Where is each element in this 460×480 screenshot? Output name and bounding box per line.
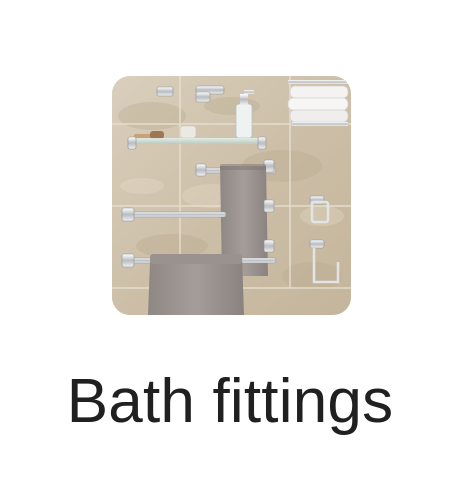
- bath-fittings-photo[interactable]: [112, 76, 351, 315]
- category-card-bath-fittings[interactable]: Bath fittings: [0, 0, 460, 480]
- bath-fittings-illustration: [112, 76, 351, 315]
- category-label[interactable]: Bath fittings: [0, 360, 460, 444]
